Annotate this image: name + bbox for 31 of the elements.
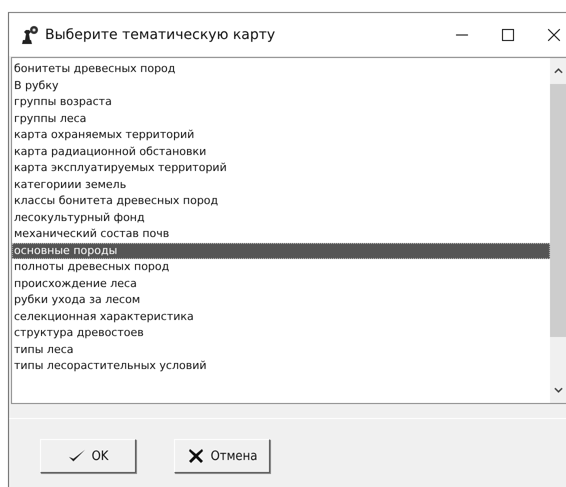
close-icon[interactable] <box>548 28 560 40</box>
list-item[interactable]: карта радиационной обстановки <box>12 144 550 160</box>
list-item[interactable]: механический состав почв <box>12 226 550 242</box>
ok-button[interactable]: OK <box>40 439 136 473</box>
list-item[interactable]: карта охраняемых территорий <box>12 127 550 144</box>
list-item[interactable]: происхождение леса <box>12 276 550 292</box>
scroll-up-icon[interactable] <box>554 68 562 74</box>
scroll-thumb[interactable] <box>550 84 566 337</box>
list-item[interactable]: категориии земель <box>12 176 550 193</box>
scrollbar[interactable] <box>550 58 566 403</box>
list-item[interactable]: рубки ухода за лесом <box>12 292 550 308</box>
cancel-button[interactable]: Отмена <box>174 439 270 473</box>
list-item[interactable]: группы леса <box>12 110 550 127</box>
list-item[interactable]: лесокультурный фонд <box>12 210 550 226</box>
list-item[interactable]: типы лесорастительных условий <box>12 358 550 374</box>
check-icon <box>68 448 86 464</box>
list-item[interactable]: типы леса <box>12 342 550 358</box>
list-item[interactable]: классы бонитета древесных пород <box>12 193 550 210</box>
window-title: Выберите тематическую карту <box>45 26 276 42</box>
app-icon <box>19 24 39 44</box>
scroll-down-icon[interactable] <box>554 387 562 393</box>
list-item[interactable]: В рубку <box>12 78 550 94</box>
list-item[interactable]: полноты древесных пород <box>12 259 550 276</box>
list-item[interactable]: бонитеты древесных пород <box>12 61 550 78</box>
list-item[interactable]: селекционная характеристика <box>12 308 550 325</box>
list-item[interactable]: карта эксплуатируемых территорий <box>12 160 550 176</box>
list-item[interactable]: группы возраста <box>12 94 550 110</box>
cross-icon <box>186 448 205 464</box>
list-item[interactable]: основные породы <box>12 242 550 259</box>
list-item[interactable]: структура древостоев <box>12 325 550 342</box>
maximize-icon[interactable] <box>502 28 514 40</box>
